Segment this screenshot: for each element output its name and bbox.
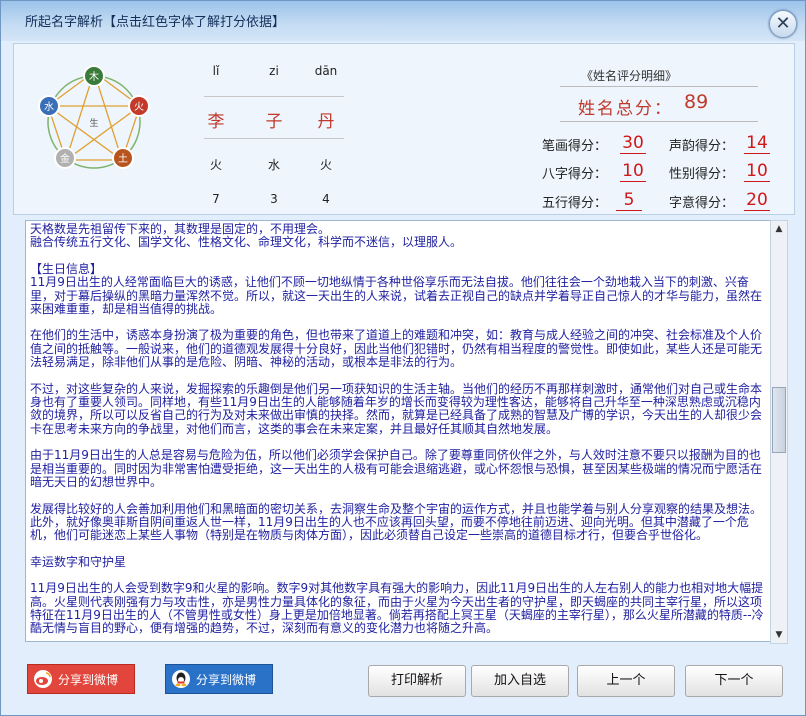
stroke-count-2: 3: [270, 192, 278, 206]
rhyme-score-label: 声韵得分：: [669, 139, 735, 154]
print-analysis-button[interactable]: 打印解析: [368, 665, 466, 697]
total-score-box: 姓名总分： 89: [560, 86, 758, 122]
analysis-paragraph: 在他们的生活中，诱惑本身扮演了极为重要的角色，但也带来了道道上的难题和冲突，如：…: [30, 328, 763, 370]
gender-score-value[interactable]: 10: [744, 161, 770, 182]
scroll-down-arrow-icon[interactable]: ▼: [771, 627, 787, 643]
share-weibo-button[interactable]: 分享到微博: [27, 664, 135, 694]
wuxing-center: 生: [89, 117, 98, 129]
vertical-scrollbar[interactable]: ▲ ▼: [770, 220, 788, 644]
pinyin-3: dān: [314, 64, 338, 78]
previous-button[interactable]: 上一个: [577, 665, 675, 697]
share-qq-label: 分享到微博: [196, 673, 257, 687]
bazi-score-label: 八字得分：: [542, 167, 608, 182]
element-1: 火: [209, 158, 222, 172]
share-weibo-label: 分享到微博: [58, 673, 119, 687]
close-icon: ✕: [775, 13, 791, 34]
window-title: 所起名字解析【点击红色字体了解打分依据】: [25, 15, 286, 30]
score-detail-title: 《姓名评分明细》: [581, 69, 678, 83]
meaning-score-label: 字意得分：: [669, 196, 735, 211]
gender-score-label: 性别得分：: [669, 167, 735, 182]
element-2: 水: [267, 158, 280, 172]
analysis-paragraph: 【生日信息】 11月9日出生的人经常面临巨大的诱惑，让他们不顾一切地纵情于各种世…: [30, 261, 763, 317]
scroll-up-arrow-icon[interactable]: ▲: [771, 221, 787, 237]
total-score-label: 姓名总分：: [578, 99, 673, 119]
stroke-score-value[interactable]: 30: [620, 133, 646, 154]
name-char-2[interactable]: 子: [244, 107, 304, 132]
bazi-score-value[interactable]: 10: [620, 161, 646, 182]
app-window: 所起名字解析【点击红色字体了解打分依据】 ✕ 木 火 土 金 水 生 lǐ zi…: [0, 0, 806, 716]
element-3: 火: [319, 158, 332, 172]
share-qq-button[interactable]: 分享到微博: [165, 664, 273, 694]
name-summary-panel: 木 火 土 金 水 生 lǐ zi dān 李 子 丹 火 水 火 7 3 4 …: [13, 43, 795, 215]
analysis-paragraph: 不过，对这些复杂的人来说，发掘探索的乐趣倒是他们另一项获知识的生活主轴。当他们的…: [30, 381, 763, 436]
wuxing-earth: 土: [118, 152, 128, 165]
wuxing-wood: 木: [89, 71, 99, 83]
pinyin-1: lǐ: [212, 64, 220, 78]
title-bar: 所起名字解析【点击红色字体了解打分依据】 ✕: [1, 1, 805, 41]
pinyin-2: zi: [269, 64, 279, 78]
analysis-paragraph: 天格数是先祖留传下来的，其数理是固定的，不用理会。 融合传统五行文化、国学文化、…: [30, 222, 463, 250]
analysis-paragraph: 发展得比较好的人会善加利用他们和黑暗面的密切关系，去洞察生命及整个宇宙的运作方式…: [30, 501, 763, 543]
analysis-paragraph: 11月9日出生的人会受到数字9和火星的影响。数字9对其他数字具有强大的影响力，因…: [30, 581, 764, 636]
stroke-count-3: 4: [322, 192, 330, 206]
stroke-score-label: 笔画得分：: [542, 139, 608, 154]
scroll-thumb[interactable]: [772, 387, 786, 453]
analysis-paragraph: 由于11月9日出生的人总是容易与危险为伍，所以他们必须学会保护自己。除了要尊重同…: [30, 448, 763, 490]
rhyme-score-value[interactable]: 14: [744, 133, 770, 154]
meaning-score-value[interactable]: 20: [744, 190, 770, 211]
name-char-1[interactable]: 李: [186, 107, 246, 132]
wuxing-fire: 火: [134, 101, 144, 113]
wuxing-metal: 金: [60, 152, 70, 165]
close-button[interactable]: ✕: [769, 10, 797, 38]
stroke-count-1: 7: [212, 192, 220, 206]
next-button[interactable]: 下一个: [685, 665, 783, 697]
wuxing-water: 水: [44, 101, 54, 113]
wuxing-score-value[interactable]: 5: [616, 190, 642, 211]
add-favorite-button[interactable]: 加入自选: [471, 665, 569, 697]
wuxing-diagram: 木 火 土 金 水 生: [38, 65, 150, 169]
analysis-paragraph: 幸运数字和守护星: [30, 554, 127, 569]
analysis-text-area[interactable]: 天格数是先祖留传下来的，其数理是固定的，不用理会。 融合传统五行文化、国学文化、…: [25, 220, 772, 642]
qq-icon: [172, 670, 190, 688]
weibo-icon: [34, 670, 52, 688]
wuxing-score-label: 五行得分：: [542, 196, 608, 211]
total-score-value: 89: [684, 91, 709, 113]
name-char-3[interactable]: 丹: [296, 107, 356, 132]
